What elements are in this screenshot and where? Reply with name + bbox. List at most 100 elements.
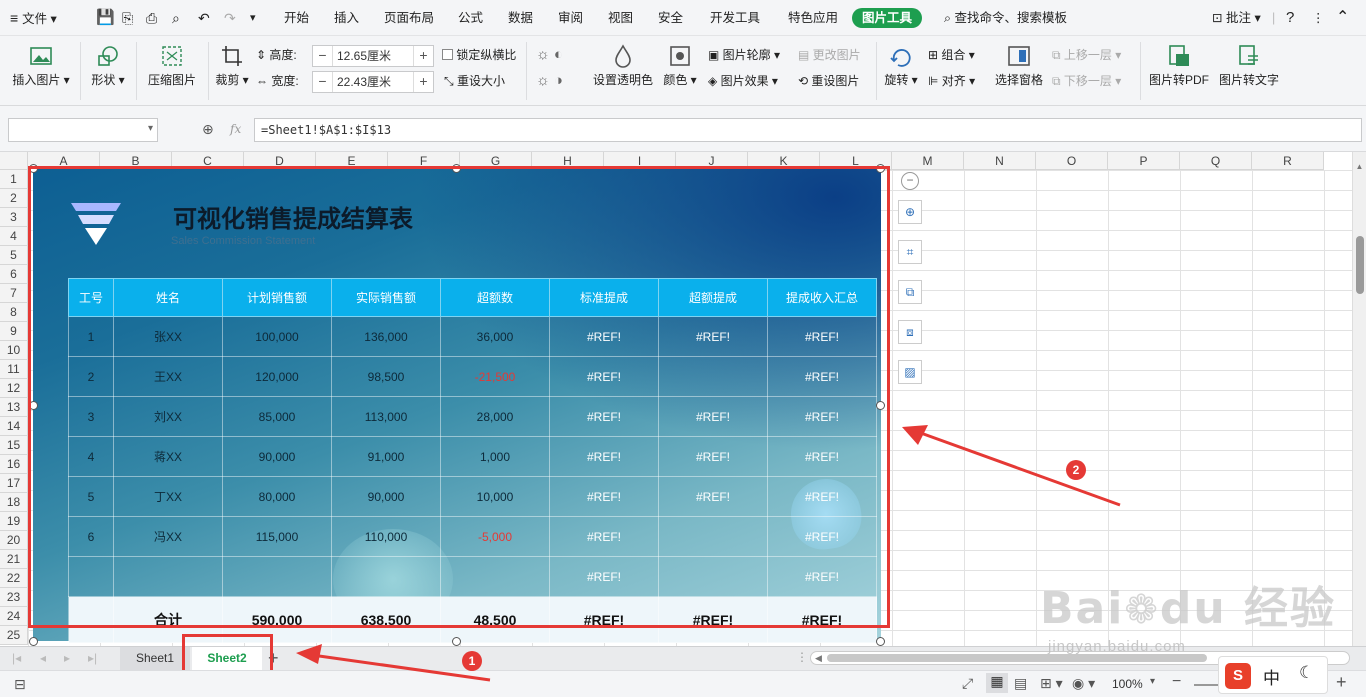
sogou-logo-icon[interactable]: S [1225, 663, 1251, 689]
ime-mode-button[interactable]: 中 [1263, 664, 1280, 689]
tab-view[interactable]: 视图 [608, 0, 633, 36]
row-header-22[interactable]: 22 [0, 569, 28, 588]
row-header-8[interactable]: 8 [0, 303, 28, 322]
print-icon[interactable]: ⎙ [146, 0, 157, 36]
row-header-17[interactable]: 17 [0, 474, 28, 493]
column-header-J[interactable]: J [676, 152, 748, 170]
scroll-up-icon[interactable]: ▲ [1353, 162, 1366, 171]
row-header-13[interactable]: 13 [0, 398, 28, 417]
tab-home[interactable]: 开始 [284, 0, 309, 36]
picture-to-pdf-button[interactable]: 图片转PDF [1148, 44, 1210, 88]
row-header-21[interactable]: 21 [0, 550, 28, 569]
row-header-20[interactable]: 20 [0, 531, 28, 550]
tab-splitter-icon[interactable]: ⋮ [796, 650, 808, 664]
tab-data[interactable]: 数据 [508, 0, 533, 36]
selection-pane-button[interactable]: 选择窗格 [994, 44, 1044, 88]
picture-settings-icon[interactable]: ▨ [898, 360, 922, 384]
page-break-view-icon[interactable]: ⊞ ▾ [1040, 675, 1063, 692]
name-box[interactable]: ▾ [8, 118, 158, 142]
picture-effect-button[interactable]: ◈ 图片效果 ▾ [708, 71, 778, 91]
insert-picture-button[interactable]: 插入图片 ▾ [10, 44, 72, 88]
normal-view-icon[interactable]: ▦ [986, 673, 1008, 693]
row-header-19[interactable]: 19 [0, 512, 28, 531]
picture-to-text-button[interactable]: 图片转文字 [1218, 44, 1280, 88]
reset-picture-button[interactable]: ⟲ 重设图片 [798, 71, 859, 91]
row-header-9[interactable]: 9 [0, 322, 28, 341]
row-header-24[interactable]: 24 [0, 607, 28, 626]
collapse-ribbon-icon[interactable]: ⌃ [1336, 0, 1349, 36]
scroll-left-icon[interactable]: ◀ [815, 652, 822, 664]
tab-formulas[interactable]: 公式 [458, 0, 483, 36]
row-header-12[interactable]: 12 [0, 379, 28, 398]
resize-handle[interactable] [876, 164, 885, 173]
bring-forward-button[interactable]: ⧉ 上移一层 ▾ [1052, 45, 1121, 65]
brightness-up-icon[interactable]: ☼ ◐ [536, 45, 563, 65]
column-header-A[interactable]: A [28, 152, 100, 170]
sheet-tab-sheet1[interactable]: Sheet1 [120, 647, 190, 670]
row-header-16[interactable]: 16 [0, 455, 28, 474]
preview-icon[interactable]: ⌕ [172, 0, 180, 36]
comment-button[interactable]: ⊡ 批注 ▾ [1212, 0, 1261, 36]
picture-outline-button[interactable]: ▣ 图片轮廓 ▾ [708, 45, 780, 65]
zoom-out-icon[interactable]: − [1172, 673, 1181, 691]
align-button[interactable]: ⊫ 对齐 ▾ [928, 71, 975, 91]
copy-picture-icon[interactable]: ⧈ [898, 320, 922, 344]
row-header-14[interactable]: 14 [0, 417, 28, 436]
formula-input[interactable]: =Sheet1!$A$1:$I$13 [254, 118, 1362, 142]
zoom-level[interactable]: 100% [1112, 677, 1143, 691]
rotate-button[interactable]: 旋转 ▾ [882, 44, 920, 88]
redo-icon[interactable]: ↷ [224, 0, 236, 36]
column-header-Q[interactable]: Q [1180, 152, 1252, 170]
column-header-F[interactable]: F [388, 152, 460, 170]
decrease-height-button[interactable]: − [313, 46, 333, 66]
vertical-scrollbar[interactable]: ▲ [1352, 152, 1366, 646]
row-header-3[interactable]: 3 [0, 208, 28, 227]
change-picture-button[interactable]: ▤ 更改图片 [798, 45, 861, 65]
column-header-I[interactable]: I [604, 152, 676, 170]
file-menu[interactable]: ≡ 文件 ▾ [10, 0, 57, 36]
crop-button[interactable]: 裁剪 ▾ [212, 44, 252, 88]
tab-page-layout[interactable]: 页面布局 [384, 0, 434, 36]
row-header-2[interactable]: 2 [0, 189, 28, 208]
tab-security[interactable]: 安全 [658, 0, 683, 36]
collapse-icon[interactable]: − [901, 172, 919, 190]
width-stepper[interactable]: − 22.43厘米 + [312, 71, 434, 93]
row-header-11[interactable]: 11 [0, 360, 28, 379]
zoom-formula-icon[interactable]: ⊕ [202, 121, 214, 138]
transparent-color-button[interactable]: 设置透明色 [590, 44, 656, 88]
row-header-1[interactable]: 1 [0, 170, 28, 189]
row-header-6[interactable]: 6 [0, 265, 28, 284]
convert-picture-icon[interactable]: ⧉ [898, 280, 922, 304]
column-header-K[interactable]: K [748, 152, 820, 170]
tab-picture-tools[interactable]: 图片工具 [852, 8, 923, 28]
reset-size-button[interactable]: ⤡ 重设大小 [444, 71, 505, 91]
resize-handle[interactable] [452, 164, 461, 173]
fullscreen-icon[interactable]: ⤢ [962, 675, 973, 692]
eye-protection-icon[interactable]: ◉ ▾ [1072, 675, 1095, 692]
row-header-4[interactable]: 4 [0, 227, 28, 246]
column-header-P[interactable]: P [1108, 152, 1180, 170]
macro-icon[interactable]: ⊟ [14, 676, 26, 693]
prev-sheet-icon[interactable]: ◂ [40, 651, 46, 665]
select-all-corner[interactable] [0, 152, 28, 170]
tab-insert[interactable]: 插入 [334, 0, 359, 36]
export-icon[interactable]: ⎘ [122, 0, 133, 36]
row-header-7[interactable]: 7 [0, 284, 28, 303]
height-stepper[interactable]: − 12.65厘米 + [312, 45, 434, 67]
decrease-width-button[interactable]: − [313, 72, 333, 92]
row-header-18[interactable]: 18 [0, 493, 28, 512]
row-header-10[interactable]: 10 [0, 341, 28, 360]
shape-button[interactable]: 形状 ▾ [88, 44, 128, 88]
zoom-in-icon[interactable]: + [1336, 672, 1347, 693]
column-header-C[interactable]: C [172, 152, 244, 170]
column-header-H[interactable]: H [532, 152, 604, 170]
undo-icon[interactable]: ↶ [198, 0, 210, 36]
zoom-picture-icon[interactable]: ⊕ [898, 200, 922, 224]
column-header-E[interactable]: E [316, 152, 388, 170]
tab-developer[interactable]: 开发工具 [710, 0, 760, 36]
resize-handle[interactable] [876, 401, 885, 410]
color-button[interactable]: 颜色 ▾ [662, 44, 698, 88]
row-header-25[interactable]: 25 [0, 626, 28, 645]
resize-handle[interactable] [29, 637, 38, 646]
row-header-5[interactable]: 5 [0, 246, 28, 265]
